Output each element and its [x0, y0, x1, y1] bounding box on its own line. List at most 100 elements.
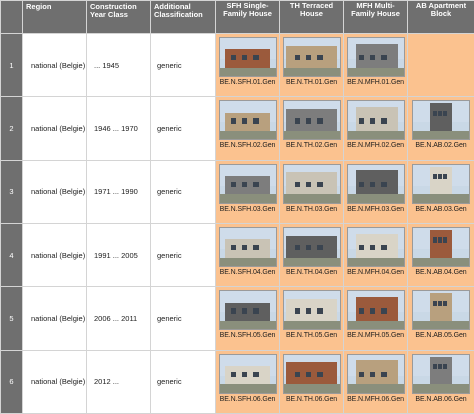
mfh-building-photo: [346, 100, 405, 141]
row-number: 3: [0, 159, 23, 224]
table-row: 3 national (Belgie) 1971 ... 1990 generic BE…: [0, 159, 474, 224]
mfh-cell: BE.N.MFH.01.Gen: [343, 32, 408, 98]
mfh-cell: BE.N.MFH.02.Gen: [343, 96, 408, 161]
sfh-code-label: BE.N.SFH.02.Gen: [219, 142, 276, 150]
th-code-label: BE.N.TH.06.Gen: [285, 395, 338, 403]
ab-cell: BE.N.AB.06.Gen: [407, 349, 474, 414]
header-ab: AB Apartment Block: [407, 0, 474, 34]
ab-cell: BE.N.AB.04.Gen: [407, 222, 474, 288]
header-th: TH Terraced House: [279, 0, 344, 34]
region-cell: national (Belgie): [22, 159, 87, 224]
mfh-building-photo: [346, 37, 405, 77]
mfh-code-label: BE.N.MFH.01.Gen: [347, 79, 404, 86]
th-code-label: BE.N.TH.02.Gen: [285, 142, 338, 150]
sfh-cell: BE.N.SFH.06.Gen: [215, 349, 280, 414]
region-cell: national (Belgie): [22, 286, 87, 351]
sfh-cell: BE.N.SFH.05.Gen: [215, 286, 280, 351]
th-building-photo: [282, 163, 341, 204]
sfh-cell: BE.N.SFH.02.Gen: [215, 96, 280, 161]
mfh-code-label: BE.N.MFH.02.Gen: [347, 142, 404, 150]
row-number: 1: [0, 32, 23, 98]
sfh-code-label: BE.N.SFH.01.Gen: [219, 79, 276, 86]
th-code-label: BE.N.TH.03.Gen: [285, 205, 338, 213]
ab-cell: BE.N.AB.05.Gen: [407, 286, 474, 351]
row-number: 5: [0, 286, 23, 351]
th-cell: BE.N.TH.01.Gen: [279, 32, 344, 98]
table-row: 5 national (Belgie) 2006 ... 2011 generic BE…: [0, 286, 474, 351]
ab-building-photo: [412, 226, 470, 267]
mfh-cell: BE.N.MFH.04.Gen: [343, 222, 408, 288]
th-building-photo: [282, 226, 341, 267]
table-row: 6 national (Belgie) 2012 ... generic BE.N.SF…: [0, 349, 474, 414]
th-building-photo: [282, 290, 341, 331]
sfh-code-label: BE.N.SFH.03.Gen: [219, 205, 276, 213]
sfh-code-label: BE.N.SFH.06.Gen: [219, 395, 276, 403]
th-code-label: BE.N.TH.04.Gen: [285, 268, 338, 276]
construction-year-cell: 2006 ... 2011: [86, 286, 151, 351]
sfh-code-label: BE.N.SFH.04.Gen: [219, 268, 276, 276]
classification-cell: generic: [150, 349, 216, 414]
ab-building-photo: [412, 100, 470, 141]
ab-cell: BE.N.AB.02.Gen: [407, 96, 474, 161]
construction-year-cell: ... 1945: [86, 32, 151, 98]
th-building-photo: [282, 100, 341, 141]
header-mfh: MFH Multi-Family House: [343, 0, 408, 34]
classification-cell: generic: [150, 222, 216, 288]
th-building-photo: [282, 353, 341, 394]
table-body: 1 national (Belgie)... 1945 generic BE.N.SF…: [0, 32, 474, 414]
region-cell: national (Belgie): [22, 96, 87, 161]
th-cell: BE.N.TH.02.Gen: [279, 96, 344, 161]
header-additional-classification: Additional Classification: [150, 0, 216, 34]
mfh-code-label: BE.N.MFH.05.Gen: [347, 332, 404, 340]
mfh-code-label: BE.N.MFH.04.Gen: [347, 268, 404, 276]
mfh-code-label: BE.N.MFH.03.Gen: [347, 205, 404, 213]
ab-code-label: BE.N.AB.06.Gen: [415, 395, 467, 403]
classification-cell: generic: [150, 286, 216, 351]
th-cell: BE.N.TH.04.Gen: [279, 222, 344, 288]
sfh-building-photo: [218, 226, 277, 267]
mfh-building-photo: [346, 163, 405, 204]
ab-building-photo: [412, 290, 470, 331]
classification-cell: generic: [150, 32, 216, 98]
ab-cell: BE.N.AB.03.Gen: [407, 159, 474, 224]
th-cell: BE.N.TH.05.Gen: [279, 286, 344, 351]
row-number: 2: [0, 96, 23, 161]
header-region: Region: [22, 0, 87, 34]
ab-cell: [407, 32, 474, 98]
header-construction-year-class: Construction Year Class: [86, 0, 151, 34]
mfh-building-photo: [346, 290, 405, 331]
sfh-building-photo: [218, 100, 277, 141]
mfh-cell: BE.N.MFH.06.Gen: [343, 349, 408, 414]
sfh-cell: BE.N.SFH.03.Gen: [215, 159, 280, 224]
ab-building-photo: [412, 163, 470, 204]
sfh-building-photo: [218, 37, 277, 77]
ab-code-label: BE.N.AB.02.Gen: [415, 142, 467, 150]
classification-cell: generic: [150, 96, 216, 161]
ab-code-label: BE.N.AB.04.Gen: [415, 268, 467, 276]
mfh-cell: BE.N.MFH.05.Gen: [343, 286, 408, 351]
sfh-building-photo: [218, 163, 277, 204]
construction-year-cell: 1946 ... 1970: [86, 96, 151, 161]
th-cell: BE.N.TH.03.Gen: [279, 159, 344, 224]
region-cell: national (Belgie): [22, 32, 87, 98]
header-rownum: [0, 0, 23, 34]
sfh-building-photo: [218, 353, 277, 394]
sfh-code-label: BE.N.SFH.05.Gen: [219, 332, 276, 340]
mfh-building-photo: [346, 353, 405, 394]
region-cell: national (Belgie): [22, 349, 87, 414]
region-cell: national (Belgie): [22, 222, 87, 288]
mfh-building-photo: [346, 226, 405, 267]
construction-year-cell: 1991 ... 2005: [86, 222, 151, 288]
th-building-photo: [282, 37, 341, 77]
construction-year-cell: 2012 ...: [86, 349, 151, 414]
sfh-cell: BE.N.SFH.01.Gen: [215, 32, 280, 98]
row-number: 6: [0, 349, 23, 414]
row-number: 4: [0, 222, 23, 288]
header-row: Region Construction Year Class Additiona…: [0, 0, 474, 34]
table-row: 4 national (Belgie) 1991 ... 2005 generic BE…: [0, 222, 474, 288]
th-code-label: BE.N.TH.01.Gen: [285, 79, 338, 86]
construction-year-cell: 1971 ... 1990: [86, 159, 151, 224]
sfh-cell: BE.N.SFH.04.Gen: [215, 222, 280, 288]
th-code-label: BE.N.TH.05.Gen: [285, 332, 338, 340]
mfh-code-label: BE.N.MFH.06.Gen: [347, 395, 404, 403]
